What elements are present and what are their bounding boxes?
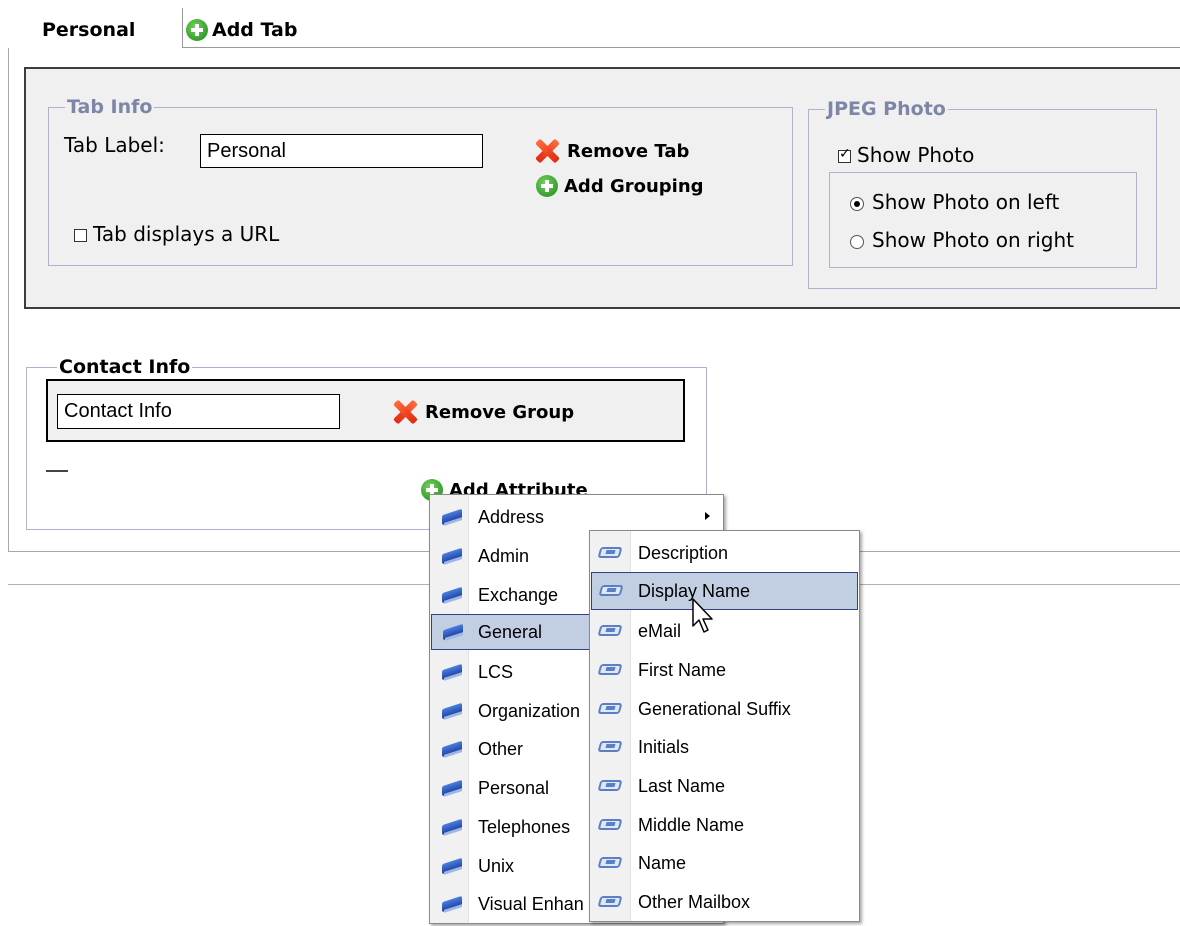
book-icon [442,897,464,911]
tab-url-option[interactable]: Tab displays a URL [74,222,279,246]
add-grouping-label: Add Grouping [564,175,704,197]
tab-personal-label: Personal [42,19,136,41]
tab-personal[interactable]: Personal [8,8,183,48]
attribute-card-icon [599,779,623,793]
book-icon [442,781,464,795]
show-photo-label: Show Photo [857,143,975,167]
remove-group-button[interactable]: Remove Group [391,398,574,426]
add-tab-button[interactable]: Add Tab [186,8,297,57]
book-icon [442,859,464,873]
contact-info-legend: Contact Info [59,356,191,378]
photo-right-label: Show Photo on right [872,228,1074,252]
jpeg-photo-legend: JPEG Photo [827,98,946,120]
tab-url-label: Tab displays a URL [93,222,280,246]
submenu-arrow-icon [705,512,710,520]
tab-info-legend: Tab Info [67,96,153,118]
submenu-item-last-name[interactable]: Last Name [591,768,858,804]
remove-tab-label: Remove Tab [567,140,690,162]
add-icon [186,19,208,41]
tab-url-checkbox[interactable] [74,229,87,242]
photo-left-option[interactable]: Show Photo on left [850,190,1059,214]
add-tab-label: Add Tab [212,19,298,41]
book-icon [442,588,464,602]
photo-position-box [829,172,1137,268]
book-icon [442,742,464,756]
show-photo-checkbox[interactable] [838,146,851,163]
submenu-item-middle-name[interactable]: Middle Name [591,807,858,843]
add-icon [536,175,558,197]
remove-group-label: Remove Group [425,401,575,423]
tab-bar-divider [183,47,1180,48]
empty-attributes-dash [46,470,68,472]
tab-label-caption: Tab Label: [64,133,165,157]
attribute-card-icon [599,702,623,716]
remove-icon [533,137,561,165]
attribute-submenu: Description Display Name eMail First Nam… [589,530,860,922]
submenu-item-first-name[interactable]: First Name [591,652,858,688]
submenu-item-generational-suffix[interactable]: Generational Suffix [591,691,858,727]
book-icon [442,665,464,679]
submenu-item-email[interactable]: eMail [591,613,858,649]
book-icon [442,704,464,718]
attribute-card-icon [599,856,623,870]
show-photo-option[interactable]: Show Photo [838,143,974,167]
submenu-item-initials[interactable]: Initials [591,729,858,765]
tab-label-input[interactable] [200,134,483,168]
attribute-card-icon [599,818,623,832]
book-icon [442,549,464,563]
attribute-card-icon [599,740,623,754]
submenu-item-other-mailbox[interactable]: Other Mailbox [591,884,858,920]
remove-icon [391,398,419,426]
book-icon [443,625,465,639]
submenu-item-display-name[interactable]: Display Name [591,572,858,610]
photo-right-radio[interactable] [850,234,864,249]
attribute-card-icon [599,663,623,677]
attribute-card-icon [600,584,624,598]
add-grouping-button[interactable]: Add Grouping [536,175,704,197]
submenu-item-name[interactable]: Name [591,845,858,881]
book-icon [442,510,464,524]
book-icon [442,820,464,834]
attribute-card-icon [599,546,623,560]
photo-left-radio[interactable] [850,196,864,211]
mouse-pointer-icon [692,598,713,633]
submenu-item-description[interactable]: Description [591,535,858,571]
remove-tab-button[interactable]: Remove Tab [533,137,689,165]
group-name-input[interactable] [57,394,340,429]
photo-right-option[interactable]: Show Photo on right [850,228,1074,252]
attribute-card-icon [599,624,623,638]
attribute-card-icon [599,895,623,909]
photo-left-label: Show Photo on left [872,190,1060,214]
